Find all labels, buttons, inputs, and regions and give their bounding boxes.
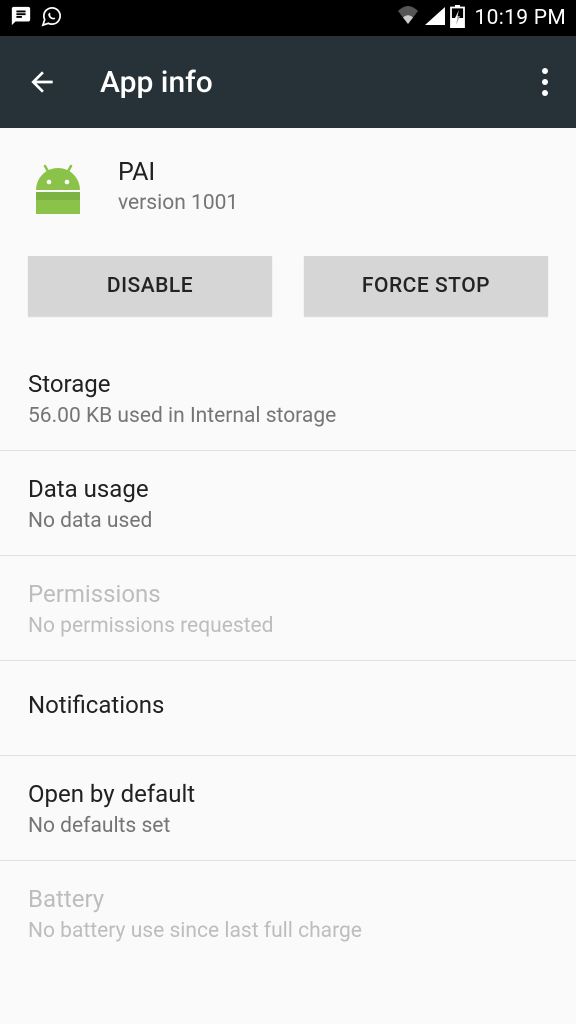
app-name: PAI [118, 158, 238, 187]
more-vert-icon[interactable] [542, 68, 556, 96]
app-icon [28, 160, 88, 220]
back-arrow-icon[interactable] [26, 66, 58, 98]
battery-title: Battery [28, 885, 548, 913]
storage-title: Storage [28, 370, 548, 398]
storage-subtitle: 56.00 KB used in Internal storage [28, 404, 548, 428]
permissions-title: Permissions [28, 580, 548, 608]
open-by-default-subtitle: No defaults set [28, 814, 548, 838]
permissions-subtitle: No permissions requested [28, 614, 548, 638]
status-time: 10:19 PM [475, 6, 567, 30]
wifi-icon [396, 6, 420, 30]
data-usage-item[interactable]: Data usage No data used [0, 451, 576, 555]
button-row: DISABLE FORCE STOP [0, 240, 576, 346]
status-bar: 10:19 PM [0, 0, 576, 36]
storage-item[interactable]: Storage 56.00 KB used in Internal storag… [0, 346, 576, 450]
data-usage-title: Data usage [28, 475, 548, 503]
battery-subtitle: No battery use since last full charge [28, 919, 548, 943]
cell-signal-icon [424, 6, 446, 30]
message-icon [10, 5, 32, 31]
notifications-title: Notifications [28, 691, 548, 719]
app-header: PAI version 1001 [0, 128, 576, 240]
open-by-default-item[interactable]: Open by default No defaults set [0, 756, 576, 860]
open-by-default-title: Open by default [28, 780, 548, 808]
whatsapp-icon [40, 5, 63, 32]
app-version: version 1001 [118, 191, 238, 215]
battery-charging-icon [450, 5, 465, 32]
permissions-item: Permissions No permissions requested [0, 556, 576, 660]
force-stop-button[interactable]: FORCE STOP [304, 256, 548, 316]
notifications-item[interactable]: Notifications [0, 661, 576, 755]
data-usage-subtitle: No data used [28, 509, 548, 533]
app-bar: App info [0, 36, 576, 128]
battery-item: Battery No battery use since last full c… [0, 861, 576, 965]
disable-button[interactable]: DISABLE [28, 256, 272, 316]
page-title: App info [100, 65, 500, 100]
